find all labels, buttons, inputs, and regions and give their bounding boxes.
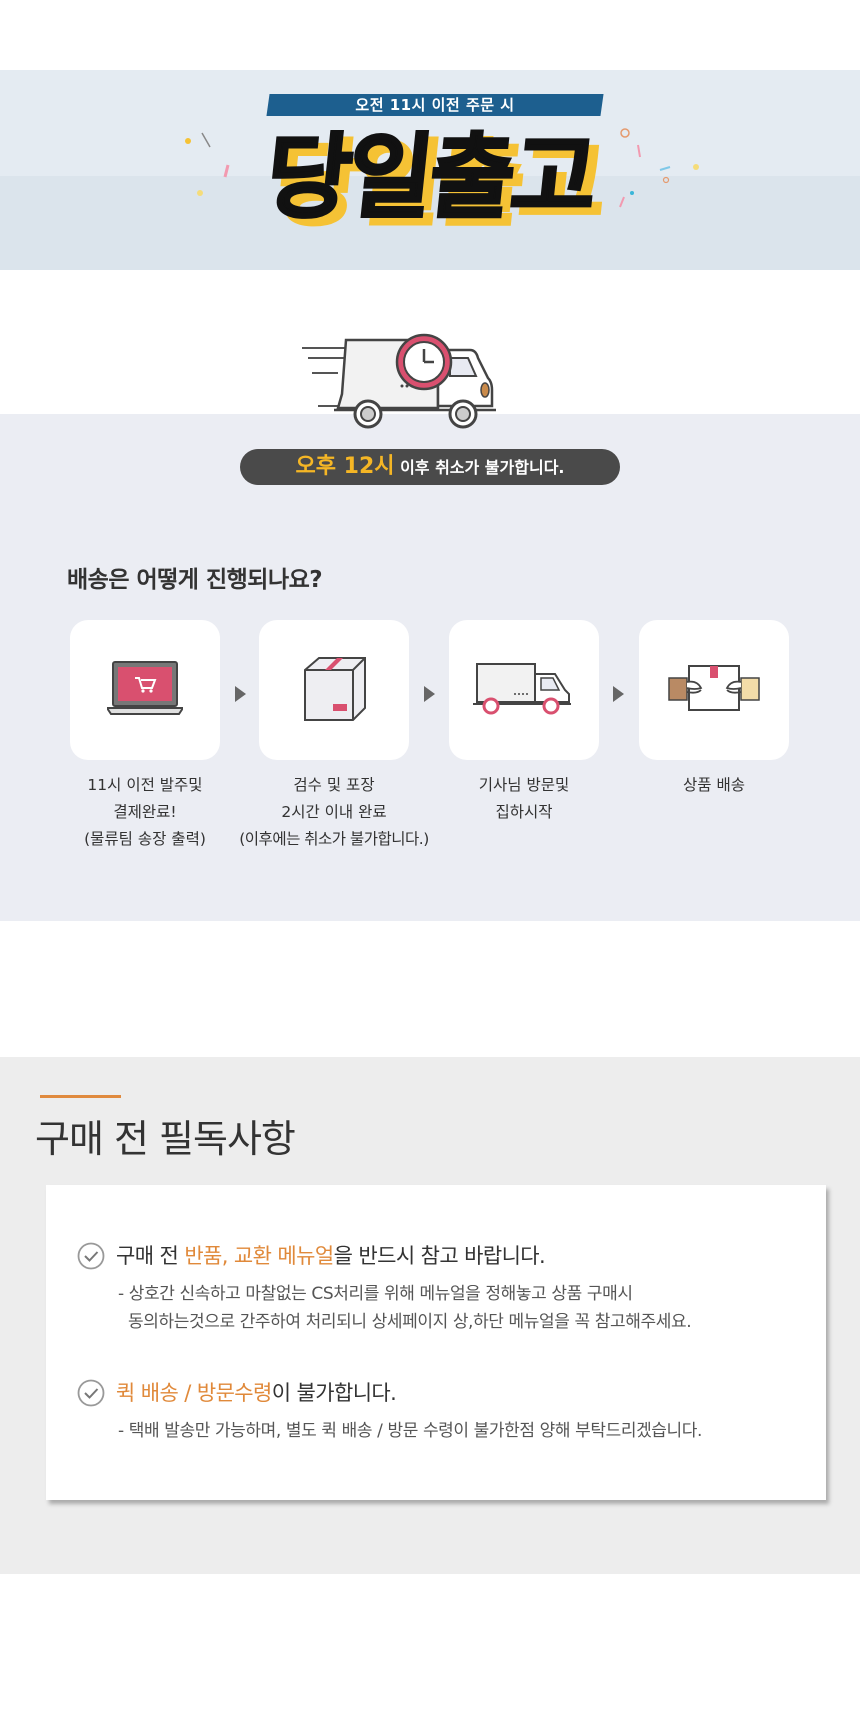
package-handover-icon — [668, 665, 760, 711]
caption-line: (이후에는 취소가 불가합니다.) — [239, 830, 429, 848]
notice-item-description: - 상호간 신속하고 마찰없는 CS처리를 위해 메뉴얼을 정해놓고 상품 구매… — [118, 1284, 692, 1332]
notice-item-heading: 퀵 배송 / 방문수령이 불가합니다. — [116, 1377, 397, 1407]
same-day-shipping-banner: 오전 11시 이전 주문 시 당일출고 당일출고 — [0, 70, 860, 270]
check-circle-icon — [77, 1379, 105, 1407]
notice-item-heading: 구매 전 반품, 교환 메뉴얼을 반드시 참고 바랍니다. — [116, 1240, 546, 1270]
step-caption-order: 11시 이전 발주및 결제완료! (물류팀 송장 출력) — [35, 772, 255, 853]
caption-line: 11시 이전 발주및 — [87, 776, 203, 794]
step-card-delivery — [639, 620, 789, 760]
notice-title: 구매 전 필독사항 — [35, 1117, 296, 1161]
banner-subtitle: 오전 11시 이전 주문 시 — [355, 96, 515, 114]
step-arrow-icon — [235, 686, 246, 702]
notice-item-description: - 택배 발송만 가능하며, 별도 퀵 배송 / 방문 수령이 불가한점 양해 … — [118, 1421, 703, 1441]
step-arrow-icon — [424, 686, 435, 702]
title-accent-line — [40, 1095, 121, 1098]
cancel-deadline-time: 오후 12시 — [295, 454, 395, 479]
confetti-decoration — [619, 128, 699, 208]
cancel-deadline-notice: 오후 12시 이후 취소가 불가합니다. — [240, 449, 620, 485]
heading-highlight: 퀵 배송 / 방문수령 — [116, 1381, 272, 1405]
step-card-pickup — [449, 620, 599, 760]
caption-line: 검수 및 포장 — [293, 776, 375, 794]
laptop-cart-icon — [107, 661, 183, 715]
delivery-truck-icon — [473, 663, 571, 715]
step-arrow-icon — [613, 686, 624, 702]
step-caption-delivery: 상품 배송 — [604, 772, 824, 799]
caption-line: 집하시작 — [495, 803, 553, 821]
caption-line: 기사님 방문및 — [478, 776, 570, 794]
caption-line: (물류팀 송장 출력) — [84, 830, 206, 848]
banner-title: 당일출고 — [260, 123, 601, 233]
heading-text: 이 불가합니다. — [271, 1381, 397, 1405]
notice-card: 구매 전 반품, 교환 메뉴얼을 반드시 참고 바랍니다. - 상호간 신속하고… — [46, 1185, 826, 1500]
check-circle-icon — [77, 1242, 105, 1270]
cancel-deadline-text: 이후 취소가 불가합니다. — [394, 458, 565, 477]
confetti-decoration — [185, 132, 230, 196]
caption-line: 결제완료! — [113, 803, 177, 821]
step-card-packing — [259, 620, 409, 760]
speeding-truck-clock-icon — [302, 333, 496, 429]
heading-text: 을 반드시 참고 바랍니다. — [333, 1244, 546, 1268]
process-heading: 배송은 어떻게 진행되나요? — [67, 567, 323, 593]
step-caption-pickup: 기사님 방문및 집하시작 — [414, 772, 634, 826]
heading-text: 구매 전 — [116, 1244, 185, 1268]
caption-line: 상품 배송 — [683, 776, 745, 794]
step-caption-packing: 검수 및 포장 2시간 이내 완료 (이후에는 취소가 불가합니다.) — [224, 772, 444, 853]
heading-highlight: 반품, 교환 메뉴얼 — [184, 1244, 334, 1268]
caption-line: 2시간 이내 완료 — [281, 803, 387, 821]
step-card-order — [70, 620, 220, 760]
box-icon — [304, 657, 366, 721]
